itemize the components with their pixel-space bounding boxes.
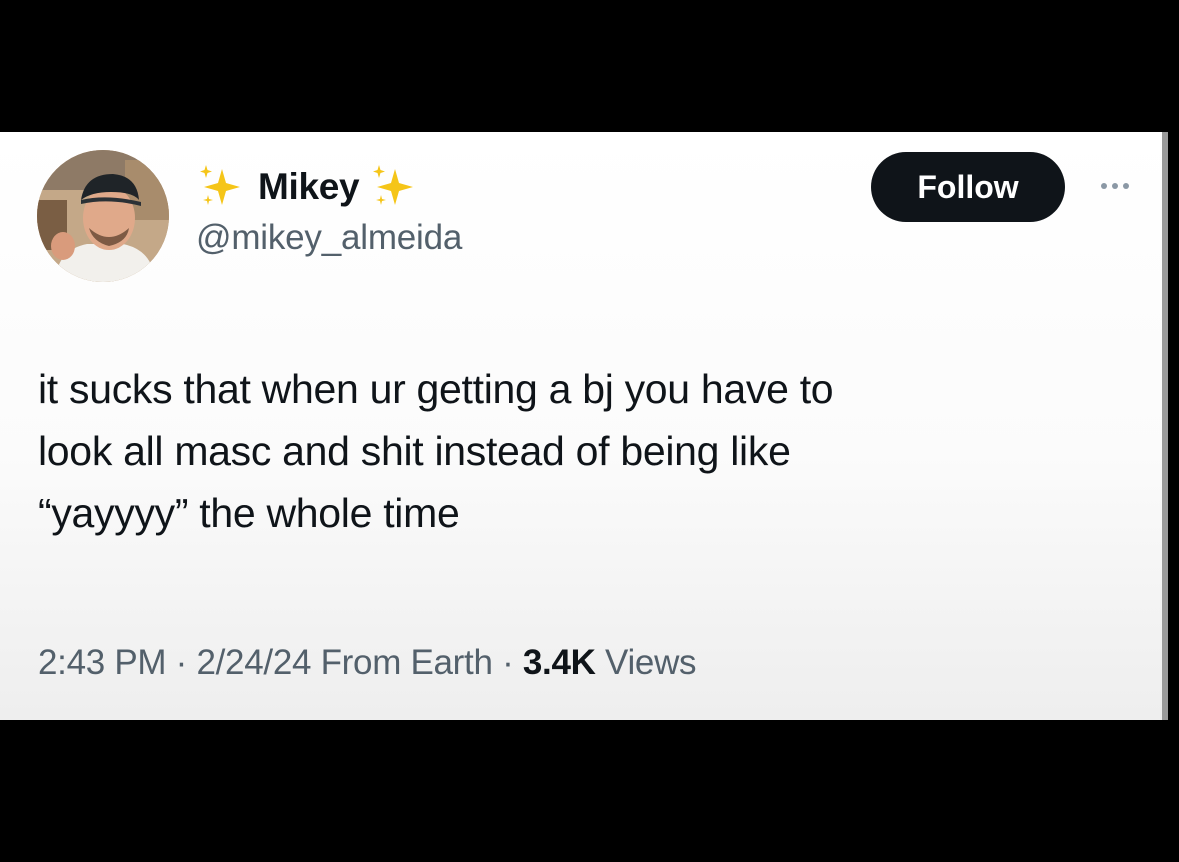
tweet-text-line: “yayyyy” the whole time	[38, 490, 460, 536]
screenshot-frame: Mikey @mikey_almeida Follow it sucks tha…	[0, 0, 1179, 862]
tweet-source: From Earth	[320, 643, 493, 682]
tweet-text: it sucks that when ur getting a bj you h…	[38, 358, 1118, 544]
more-dot	[1112, 183, 1118, 189]
more-options-icon[interactable]	[1090, 176, 1140, 196]
tweet-text-line: look all masc and shit instead of being …	[38, 428, 791, 474]
tweet-text-line: it sucks that when ur getting a bj you h…	[38, 366, 834, 412]
name-row: Mikey	[196, 162, 421, 212]
avatar[interactable]	[37, 150, 169, 282]
tweet-time[interactable]: 2:43 PM	[38, 643, 167, 682]
tweet-date[interactable]: 2/24/24	[196, 643, 311, 682]
follow-button[interactable]: Follow	[871, 152, 1065, 222]
user-handle[interactable]: @mikey_almeida	[196, 218, 462, 258]
display-name[interactable]: Mikey	[258, 166, 360, 208]
tweet-meta: 2:43 PM · 2/24/24 From Earth · 3.4K View…	[38, 643, 697, 683]
sparkles-icon	[373, 165, 414, 205]
avatar-photo	[37, 150, 169, 282]
more-dot	[1123, 183, 1129, 189]
views-count[interactable]: 3.4K	[523, 643, 596, 682]
tweet-card: Mikey @mikey_almeida Follow it sucks tha…	[0, 132, 1162, 720]
meta-separator: ·	[166, 643, 197, 682]
views-label[interactable]: Views	[605, 643, 697, 682]
sparkles-icon	[200, 165, 240, 205]
frame-border	[1168, 132, 1179, 720]
meta-separator: ·	[492, 643, 523, 682]
more-dot	[1101, 183, 1107, 189]
